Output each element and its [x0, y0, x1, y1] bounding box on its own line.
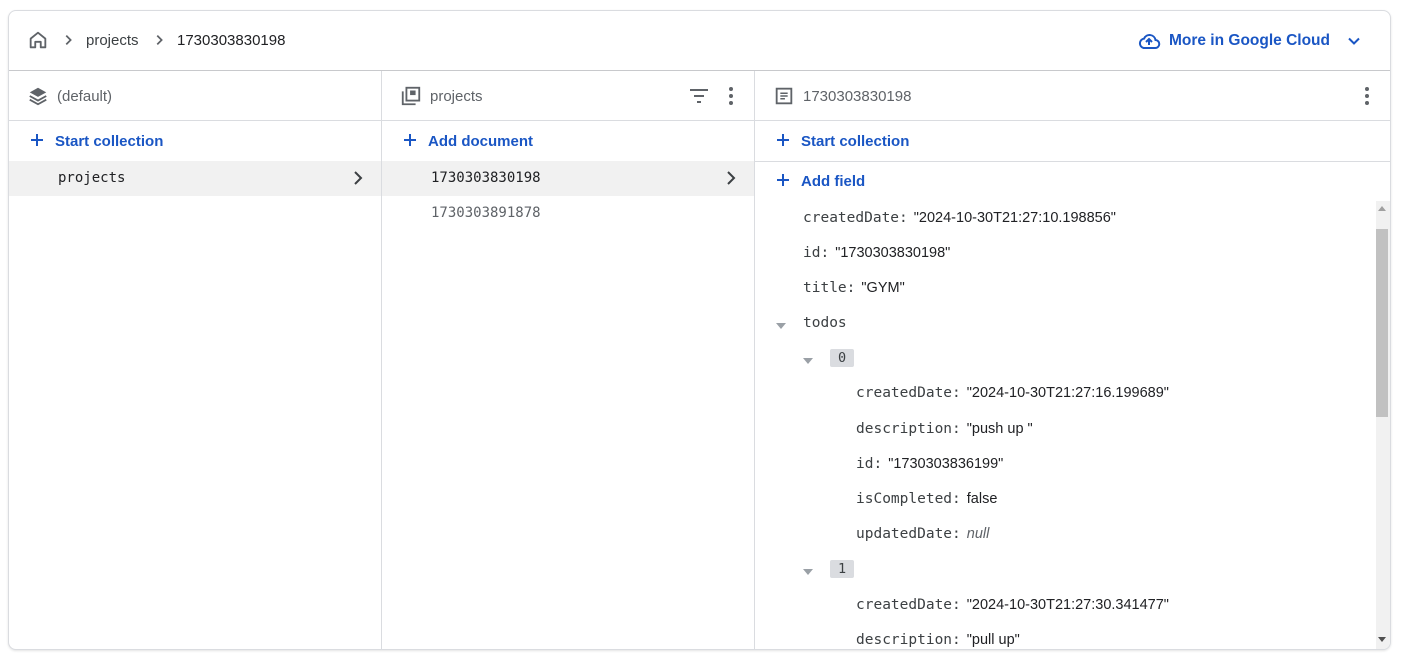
chevron-right-icon	[65, 35, 72, 45]
field-value: "pull up"	[966, 632, 1020, 648]
plus-icon	[777, 134, 789, 146]
field-key: id:	[803, 245, 830, 261]
field-key: isCompleted:	[856, 491, 961, 507]
field-value: false	[966, 491, 998, 507]
add-field-label: Add field	[801, 173, 866, 190]
cloud-icon	[1138, 34, 1161, 49]
field-row-updateddate[interactable]: updatedDate: null	[856, 526, 989, 550]
field-key: title:	[803, 280, 856, 296]
field-key: description:	[856, 632, 961, 648]
field-row-iscompleted[interactable]: isCompleted: false	[856, 491, 997, 515]
document-id: 1730303830198	[431, 170, 541, 186]
more-in-google-cloud-label: More in Google Cloud	[1168, 32, 1330, 49]
breadcrumb-document[interactable]: 1730303830198	[177, 32, 285, 50]
field-value: "2024-10-30T21:27:30.341477"	[966, 597, 1169, 613]
field-key: description:	[856, 421, 961, 437]
field-row-id[interactable]: id: "1730303830198"	[803, 245, 950, 269]
field-value: "1730303830198"	[835, 245, 951, 261]
more-vert-icon[interactable]	[728, 86, 734, 106]
scroll-down-arrow-icon[interactable]	[1378, 637, 1386, 643]
plus-icon	[404, 134, 416, 146]
field-key: id:	[856, 456, 883, 472]
document-id: 1730303891878	[431, 205, 541, 221]
field-row-title[interactable]: title: "GYM"	[803, 280, 905, 304]
database-layers-icon	[29, 87, 47, 106]
filter-icon[interactable]	[688, 86, 710, 106]
field-row-createddate[interactable]: createdDate: "2024-10-30T21:27:30.341477"	[856, 597, 1169, 621]
document-item[interactable]: 1730303830198	[382, 161, 754, 196]
field-row-id[interactable]: id: "1730303836199"	[856, 456, 1003, 480]
start-collection-button[interactable]: Start collection	[755, 121, 1390, 161]
array-index-row[interactable]: 1	[830, 560, 855, 584]
database-column: (default) Start collection projects	[9, 71, 382, 649]
start-collection-button[interactable]: Start collection	[9, 121, 381, 161]
home-icon[interactable]	[27, 29, 49, 51]
add-document-button[interactable]: Add document	[382, 121, 754, 161]
field-key: todos	[803, 315, 847, 331]
plus-icon	[31, 134, 43, 146]
chevron-right-icon	[727, 171, 736, 185]
collection-icon	[401, 86, 421, 106]
breadcrumb-bar: projects 1730303830198 More in Google Cl…	[9, 11, 1390, 71]
add-field-button[interactable]: Add field	[755, 161, 1390, 201]
document-header: 1730303830198	[755, 71, 1390, 121]
collection-name: projects	[430, 88, 483, 105]
document-fields: createdDate: "2024-10-30T21:27:10.198856"…	[755, 201, 1372, 649]
database-name: (default)	[57, 88, 113, 105]
array-index-badge: 1	[830, 560, 855, 578]
collapse-triangle-icon[interactable]	[802, 356, 814, 366]
field-key: updatedDate:	[856, 526, 961, 542]
document-item[interactable]: 1730303891878	[382, 196, 754, 231]
breadcrumb-projects[interactable]: projects	[86, 32, 139, 50]
chevron-down-icon[interactable]	[1346, 33, 1362, 49]
database-header: (default)	[9, 71, 381, 121]
field-row-description[interactable]: description: "push up "	[856, 421, 1033, 445]
field-value: "1730303836199"	[888, 456, 1004, 472]
start-collection-label: Start collection	[801, 133, 910, 150]
scrollbar-thumb[interactable]	[1376, 229, 1388, 417]
document-column: 1730303830198 Start collection Add field…	[755, 71, 1390, 649]
firestore-panel: projects 1730303830198 More in Google Cl…	[8, 10, 1391, 650]
add-document-label: Add document	[428, 133, 533, 150]
plus-icon	[777, 174, 789, 186]
array-index-badge: 0	[830, 349, 855, 367]
chevron-right-icon	[354, 171, 363, 185]
field-row-createddate[interactable]: createdDate: "2024-10-30T21:27:10.198856"	[803, 210, 1116, 234]
field-value: "GYM"	[861, 280, 905, 296]
field-value: "2024-10-30T21:27:10.198856"	[913, 210, 1116, 226]
field-value: "push up "	[966, 421, 1033, 437]
more-in-google-cloud-link[interactable]: More in Google Cloud	[1137, 31, 1330, 51]
collapse-triangle-icon[interactable]	[775, 321, 787, 331]
field-value: "2024-10-30T21:27:16.199689"	[966, 385, 1169, 401]
more-vert-icon[interactable]	[1364, 86, 1370, 106]
array-index-row[interactable]: 0	[830, 349, 855, 373]
field-value: null	[966, 526, 990, 542]
collection-header: projects	[382, 71, 754, 121]
collection-name: projects	[58, 170, 126, 186]
collection-column: projects Add document 1730303830198 1730…	[382, 71, 755, 649]
chevron-right-icon	[156, 35, 163, 45]
document-id: 1730303830198	[803, 88, 912, 105]
collapse-triangle-icon[interactable]	[802, 567, 814, 577]
field-key: createdDate:	[803, 210, 908, 226]
start-collection-label: Start collection	[55, 133, 164, 150]
document-icon	[775, 87, 793, 105]
field-key: createdDate:	[856, 385, 961, 401]
field-row-description[interactable]: description: "pull up"	[856, 632, 1020, 649]
field-key: createdDate:	[856, 597, 961, 613]
field-row-createddate[interactable]: createdDate: "2024-10-30T21:27:16.199689"	[856, 385, 1169, 409]
collection-item-projects[interactable]: projects	[9, 161, 381, 196]
field-row-todos[interactable]: todos	[803, 315, 847, 339]
scroll-up-arrow-icon[interactable]	[1378, 205, 1386, 211]
